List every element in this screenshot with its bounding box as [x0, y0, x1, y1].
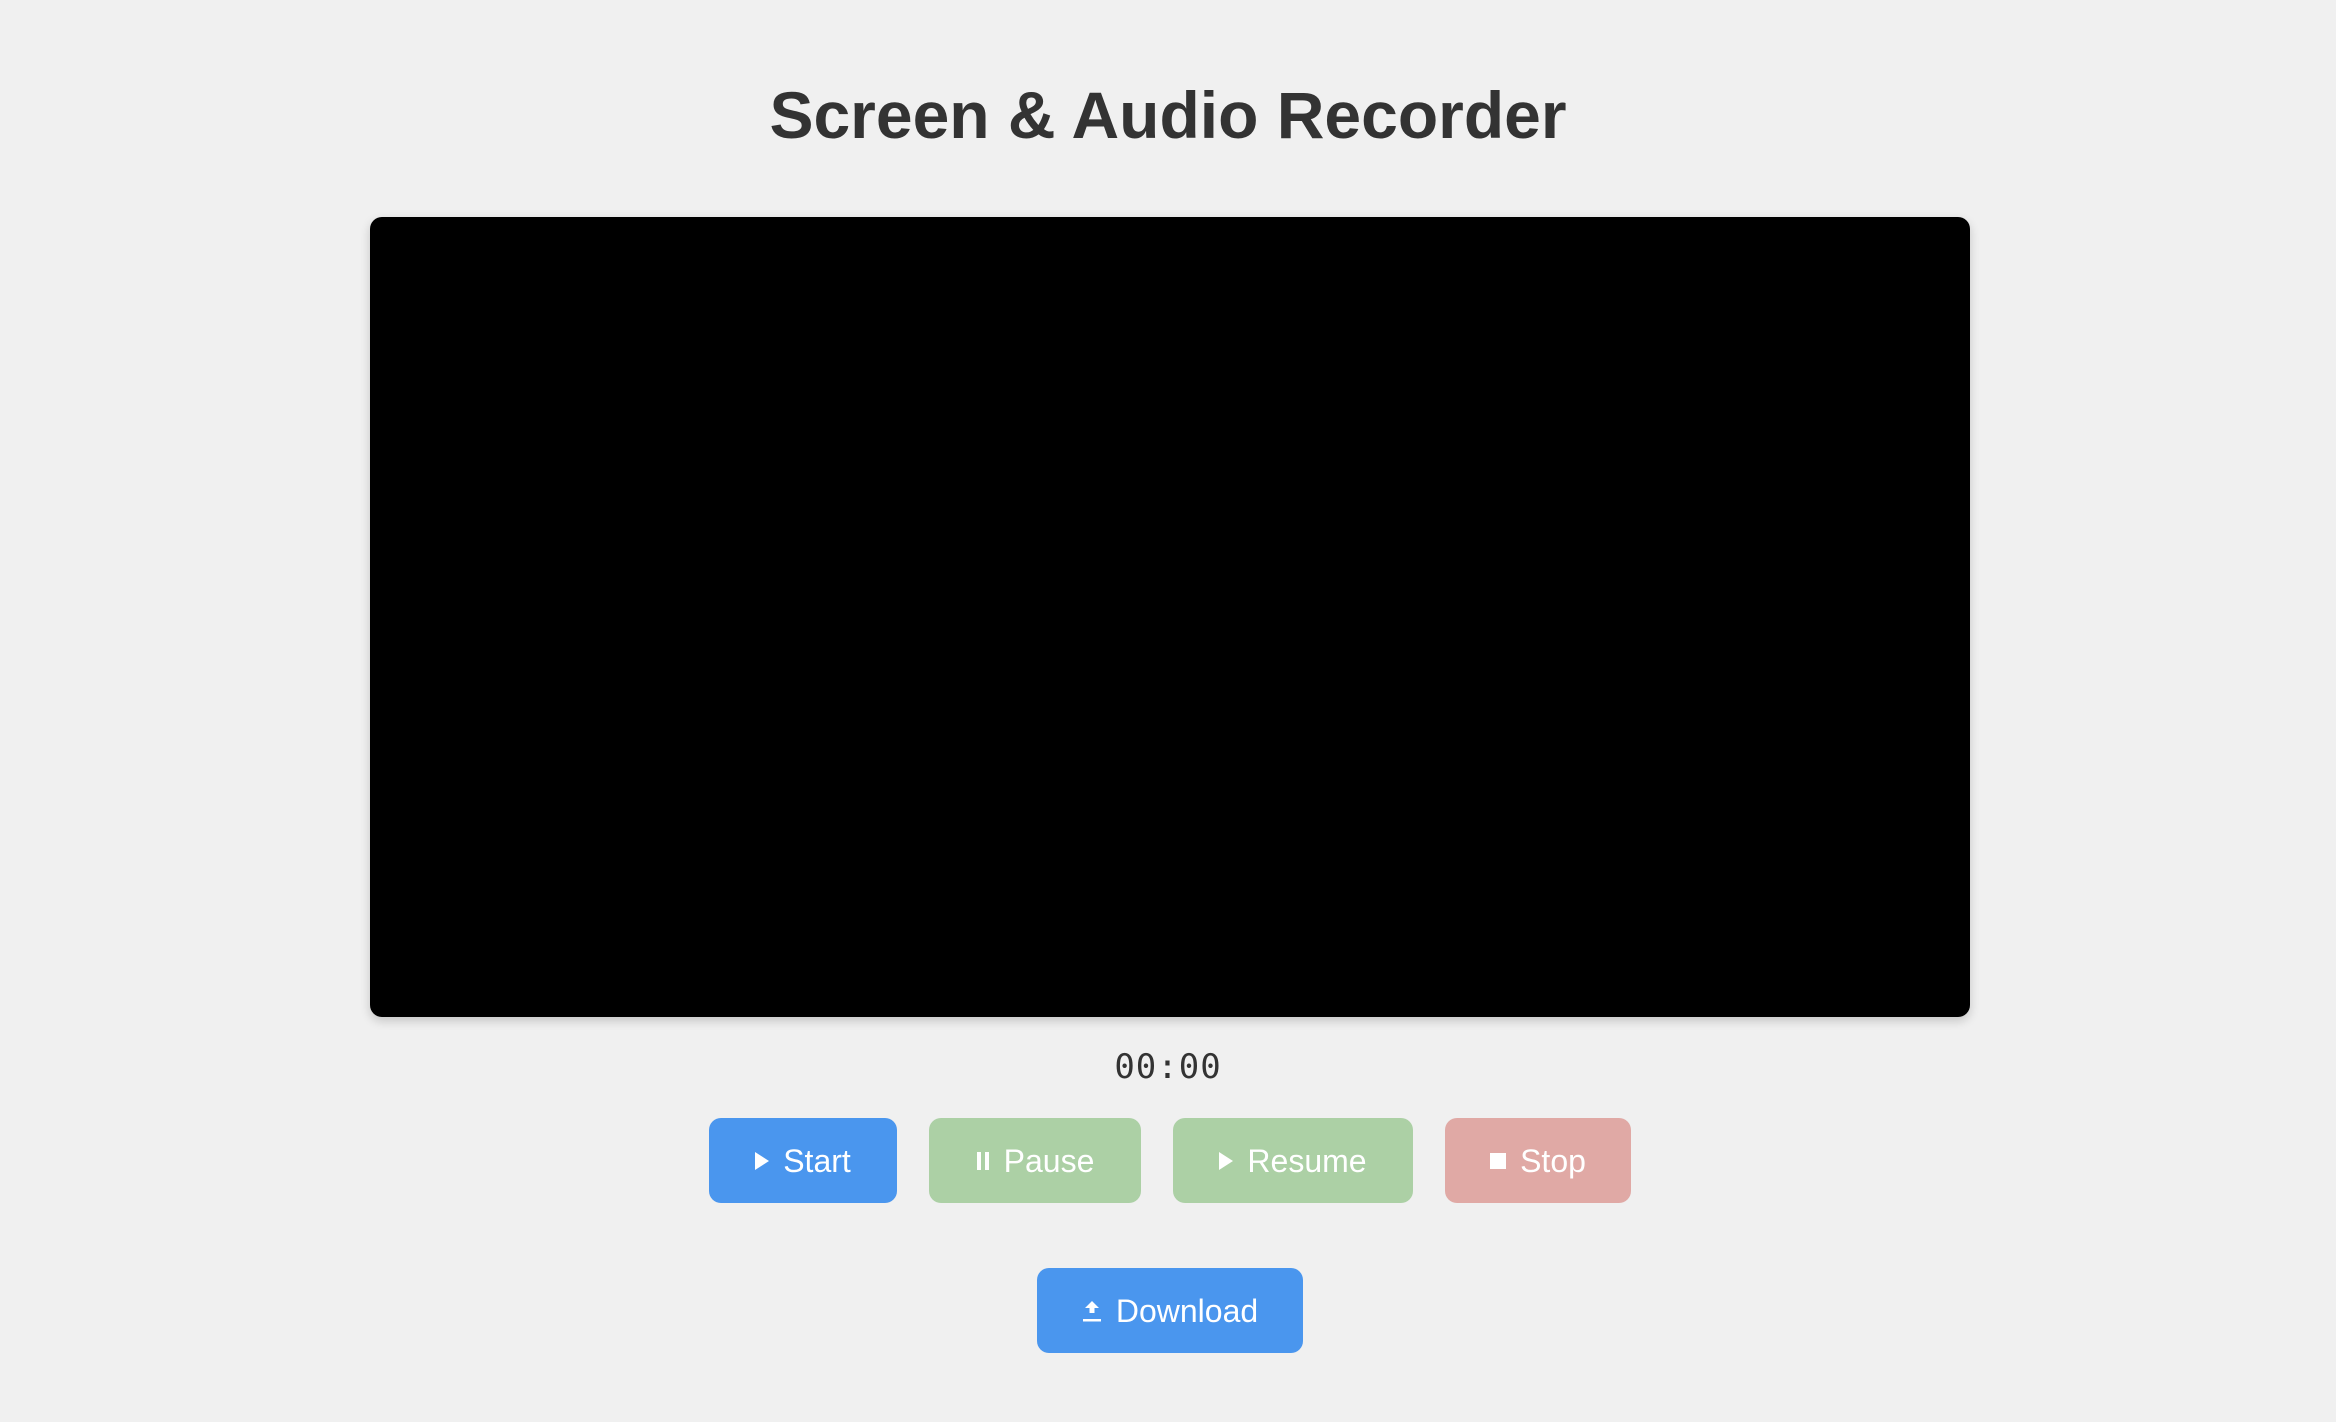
play-icon [1219, 1151, 1234, 1170]
pause-button-label: Pause [1003, 1142, 1095, 1179]
download-button[interactable]: Download [1037, 1268, 1303, 1353]
recording-timer: 00:00 [1114, 1047, 1222, 1087]
recorder-page: Screen & Audio Recorder 00:00 Start Paus… [0, 0, 2336, 1422]
download-button-label: Download [1115, 1292, 1259, 1329]
play-icon [755, 1151, 770, 1170]
pause-icon [976, 1151, 990, 1170]
stop-icon [1490, 1152, 1507, 1169]
stop-button-label: Stop [1520, 1142, 1586, 1179]
pause-button[interactable]: Pause [929, 1118, 1141, 1203]
start-button[interactable]: Start [709, 1118, 897, 1203]
stop-button[interactable]: Stop [1445, 1118, 1631, 1203]
upload-arrow-icon [1082, 1300, 1101, 1321]
resume-button-label: Resume [1247, 1142, 1367, 1179]
page-title: Screen & Audio Recorder [769, 78, 1567, 152]
start-button-label: Start [783, 1142, 851, 1179]
video-preview[interactable] [370, 217, 1970, 1017]
resume-button[interactable]: Resume [1173, 1118, 1413, 1203]
